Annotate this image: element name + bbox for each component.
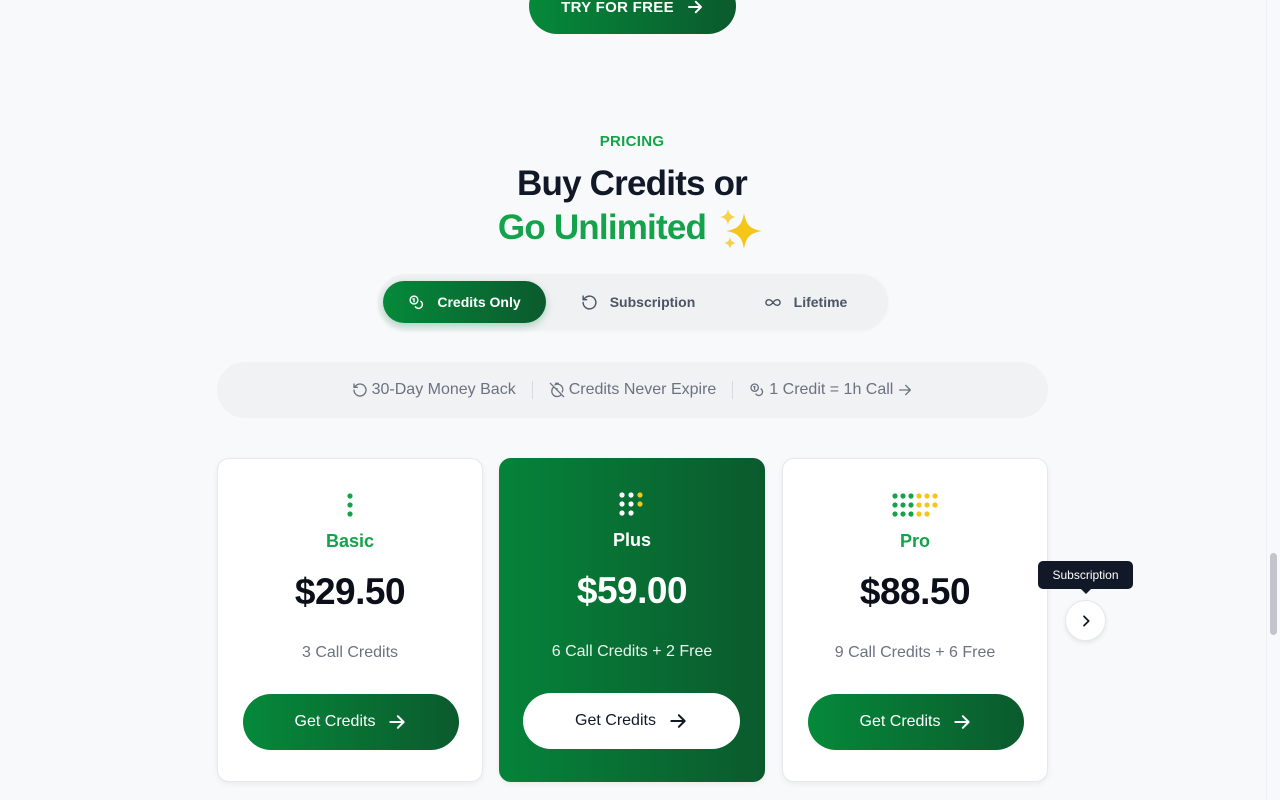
- cta-label: Get Credits: [575, 712, 656, 729]
- plan-card-plus: Plus $59.00 6 Call Credits + 2 Free Get …: [499, 458, 765, 782]
- divider: [732, 381, 734, 399]
- try-for-free-button[interactable]: TRY FOR FREE: [529, 0, 736, 34]
- headline-line2-text: Go Unlimited: [497, 208, 707, 247]
- feature-money-back: 30-Day Money Back: [352, 381, 516, 399]
- tab-label: Lifetime: [793, 294, 848, 310]
- arrow-right-icon: [670, 714, 686, 728]
- refresh-icon: [352, 383, 367, 397]
- coins-icon: [409, 294, 424, 309]
- pricing-headline: Buy Credits or Go Unlimited: [0, 162, 1264, 253]
- coins-icon: [750, 383, 764, 397]
- cta-label: Get Credits: [294, 713, 376, 730]
- plan-name: Plus: [612, 530, 651, 550]
- carousel-next-button[interactable]: [1065, 600, 1106, 641]
- tab-label: Credits Only: [437, 294, 521, 310]
- tab-lifetime[interactable]: Lifetime: [733, 281, 878, 323]
- headline-line2: Go Unlimited: [0, 206, 1264, 253]
- headline-line1: Buy Credits or: [517, 164, 748, 203]
- plan-credits: 9 Call Credits + 6 Free: [834, 644, 996, 661]
- plan-name: Pro: [899, 531, 930, 551]
- feature-label: 1 Credit = 1h Call: [769, 381, 894, 398]
- try-for-free-label: TRY FOR FREE: [561, 0, 674, 16]
- pricing-tabs: Credits Only Subscription Lifetime: [378, 274, 888, 330]
- tier-dots-icon: [499, 490, 765, 520]
- features-bar: 30-Day Money Back Credits Never Expire 1…: [217, 362, 1048, 418]
- tier-dots-icon: [218, 491, 482, 521]
- arrow-right-icon: [389, 715, 406, 729]
- tab-credits-only[interactable]: Credits Only: [383, 281, 546, 323]
- tier-dots-icon: [783, 491, 1047, 521]
- plan-card-basic: Basic $29.50 3 Call Credits Get Credits: [217, 458, 483, 782]
- get-credits-button[interactable]: Get Credits: [243, 694, 459, 750]
- pricing-eyebrow: PRICING: [599, 133, 665, 150]
- arrow-right-icon: [899, 384, 912, 396]
- plan-name: Basic: [325, 531, 375, 551]
- get-credits-button[interactable]: Get Credits: [523, 693, 740, 749]
- cta-label: Get Credits: [859, 713, 941, 730]
- feature-label: Credits Never Expire: [568, 381, 717, 398]
- scrollbar[interactable]: [1266, 0, 1280, 800]
- chevron-right-icon: [1082, 614, 1090, 627]
- feature-label: 30-Day Money Back: [371, 381, 516, 398]
- tab-label: Subscription: [609, 294, 696, 310]
- arrow-right-icon: [954, 715, 971, 729]
- divider: [531, 381, 533, 399]
- plan-credits: 6 Call Credits + 2 Free: [551, 643, 713, 660]
- tab-subscription[interactable]: Subscription: [558, 281, 718, 323]
- plan-price: $88.50: [859, 571, 971, 612]
- scrollbar-thumb[interactable]: [1270, 553, 1277, 635]
- arrow-right-icon: [687, 0, 702, 14]
- infinity-icon: [764, 298, 781, 306]
- tooltip: Subscription: [1038, 561, 1133, 594]
- plan-credits: 3 Call Credits: [301, 644, 399, 661]
- plan-card-pro: Pro $88.50 9 Call Credits + 6 Free Get C…: [782, 458, 1048, 782]
- timer-off-icon: [549, 382, 565, 398]
- feature-never-expire: Credits Never Expire: [549, 381, 717, 399]
- refresh-icon: [582, 294, 597, 310]
- feature-credit-rate[interactable]: 1 Credit = 1h Call: [749, 381, 913, 399]
- plan-price: $59.00: [576, 570, 688, 611]
- get-credits-button[interactable]: Get Credits: [808, 694, 1024, 750]
- plan-price: $29.50: [294, 571, 406, 612]
- sparkles-icon: [720, 208, 763, 249]
